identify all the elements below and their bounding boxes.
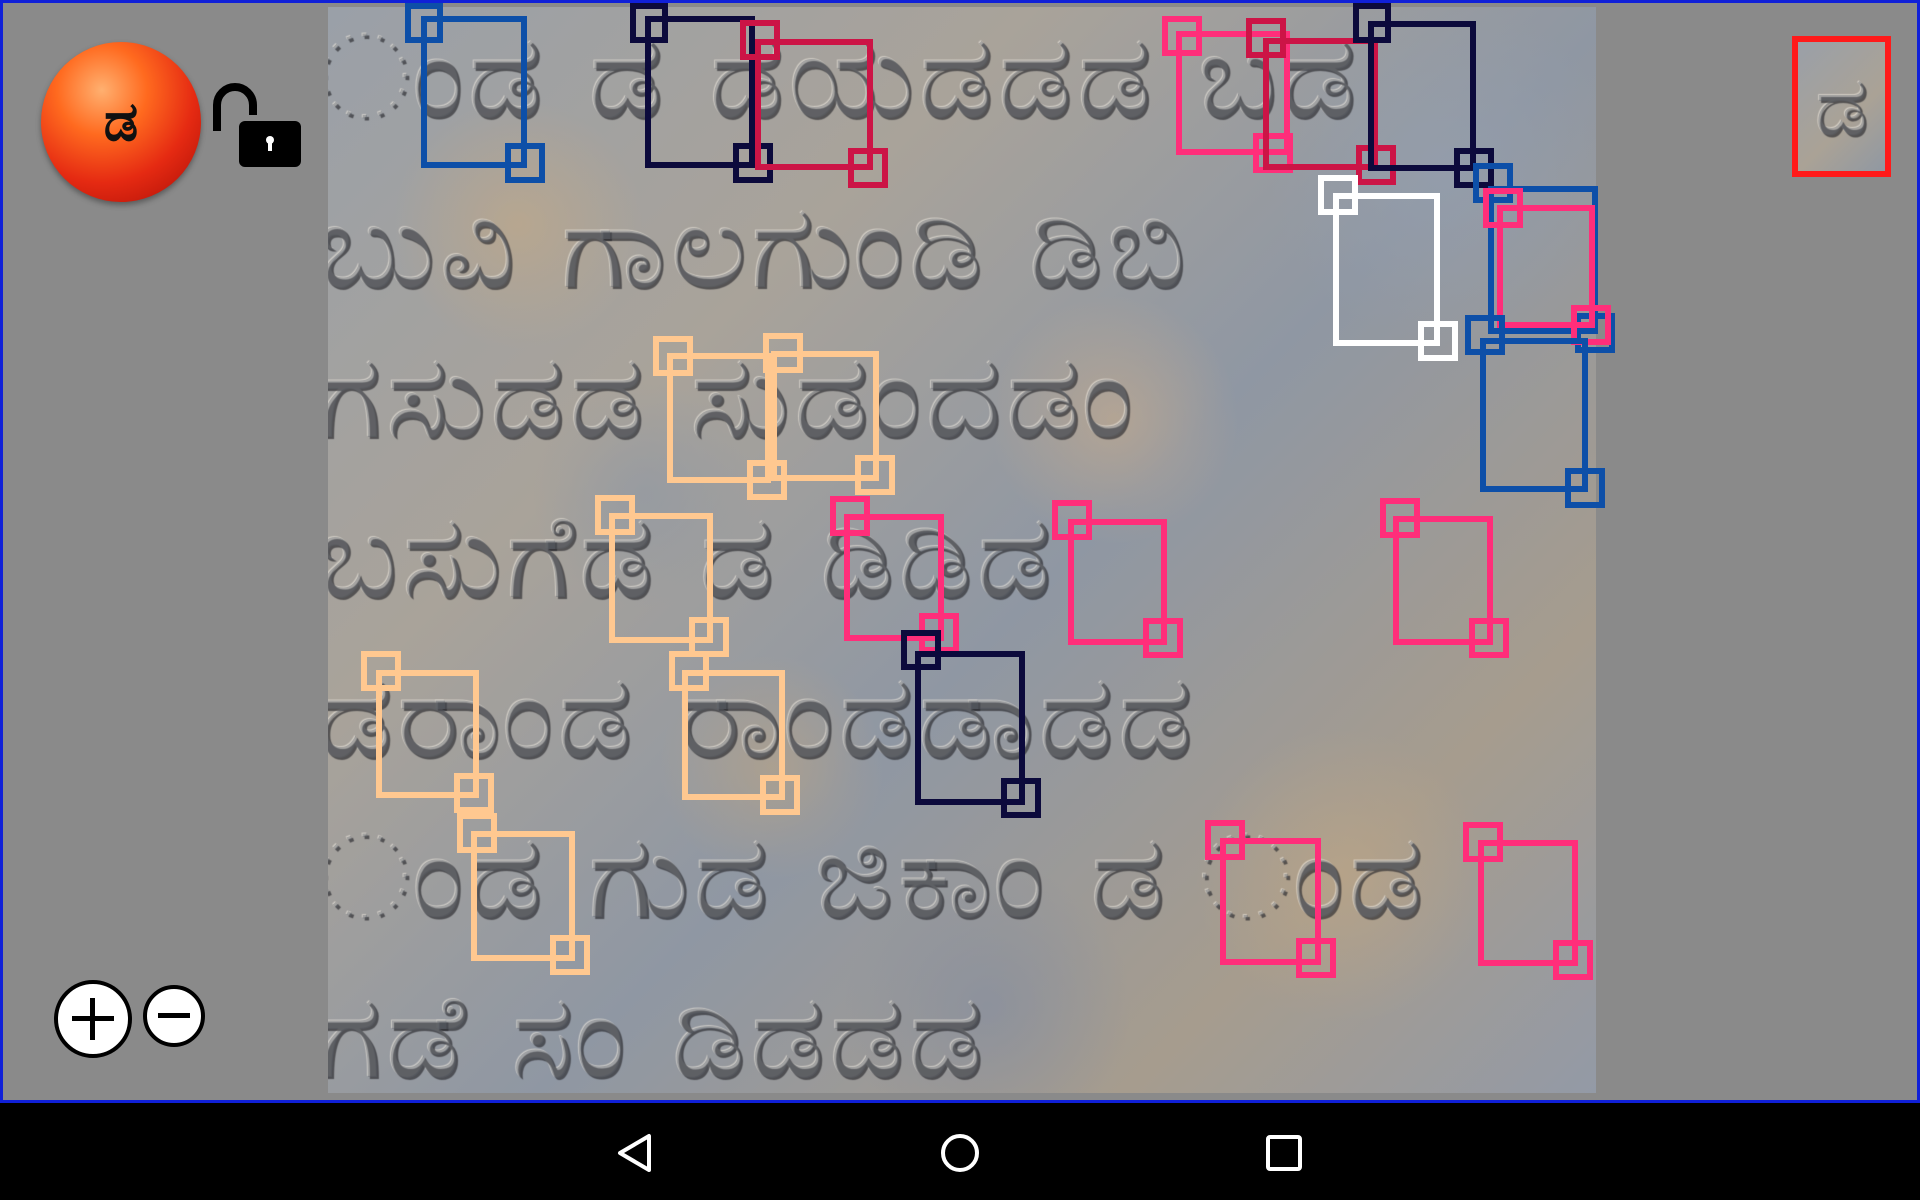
selection-handle[interactable] (653, 336, 693, 376)
zoom-in-button[interactable] (54, 980, 132, 1058)
selection-handle[interactable] (855, 455, 895, 495)
selection-handle[interactable] (454, 773, 494, 813)
selection-handle[interactable] (1318, 175, 1358, 215)
home-circle-icon[interactable] (938, 1131, 982, 1175)
selection-handle[interactable] (669, 651, 709, 691)
selection-handle[interactable] (1553, 940, 1593, 980)
current-letter-badge[interactable]: ಡ (41, 42, 201, 202)
selection-handle[interactable] (1296, 938, 1336, 978)
selection-handle[interactable] (1465, 315, 1505, 355)
selection-handle[interactable] (1418, 321, 1458, 361)
selection-handle[interactable] (505, 143, 545, 183)
system-navigation-bar (0, 1103, 1920, 1200)
selection-handle[interactable] (361, 651, 401, 691)
selection-handle[interactable] (830, 496, 870, 536)
selection-handle[interactable] (595, 495, 635, 535)
zoom-out-button[interactable] (143, 985, 205, 1047)
minus-icon (158, 1013, 190, 1018)
current-letter-glyph: ಡ (103, 90, 139, 153)
selection-handle[interactable] (1353, 3, 1391, 43)
selection-handle[interactable] (457, 813, 497, 853)
selection-handle[interactable] (550, 935, 590, 975)
selection-handle[interactable] (405, 3, 443, 43)
inscription-row: ಗಸುಡಡ ಸುಡಂದಡಂ (328, 327, 1138, 465)
selection-handle[interactable] (760, 775, 800, 815)
selection-handle[interactable] (901, 630, 941, 670)
selection-handle[interactable] (1483, 188, 1523, 228)
reference-glyph: ಡ (1814, 57, 1869, 155)
selection-handle[interactable] (1380, 498, 1420, 538)
selection-handle[interactable] (1246, 18, 1286, 58)
plus-icon (72, 998, 114, 1040)
app-window: ಡ ಂಡ ಡ ಡಯಡಡಡ ಬಡ ಬುವಿ ಗಾಲಗುಂಡಿ ಡಿಬಿ ಗಸುಡಡ… (0, 0, 1920, 1103)
back-triangle-icon[interactable] (614, 1131, 658, 1175)
recents-square-icon[interactable] (1264, 1133, 1304, 1173)
selection-handle[interactable] (763, 333, 803, 373)
selection-handle[interactable] (1463, 822, 1503, 862)
unlocked-padlock-icon[interactable] (211, 79, 307, 169)
selection-handle[interactable] (630, 3, 668, 43)
selection-handle[interactable] (1565, 468, 1605, 508)
selection-handle[interactable] (740, 20, 780, 60)
inscription-row: ಗಡೆ ಸಂ ಡಿಡಡಡ (328, 967, 988, 1093)
selection-handle[interactable] (1469, 618, 1509, 658)
selection-handle[interactable] (1001, 778, 1041, 818)
selection-handle[interactable] (1143, 618, 1183, 658)
selection-handle[interactable] (1052, 500, 1092, 540)
reference-glyph-thumbnail[interactable]: ಡ (1792, 36, 1891, 177)
selection-handle[interactable] (1205, 820, 1245, 860)
selection-handle[interactable] (848, 148, 888, 188)
selection-handle[interactable] (1162, 16, 1202, 56)
